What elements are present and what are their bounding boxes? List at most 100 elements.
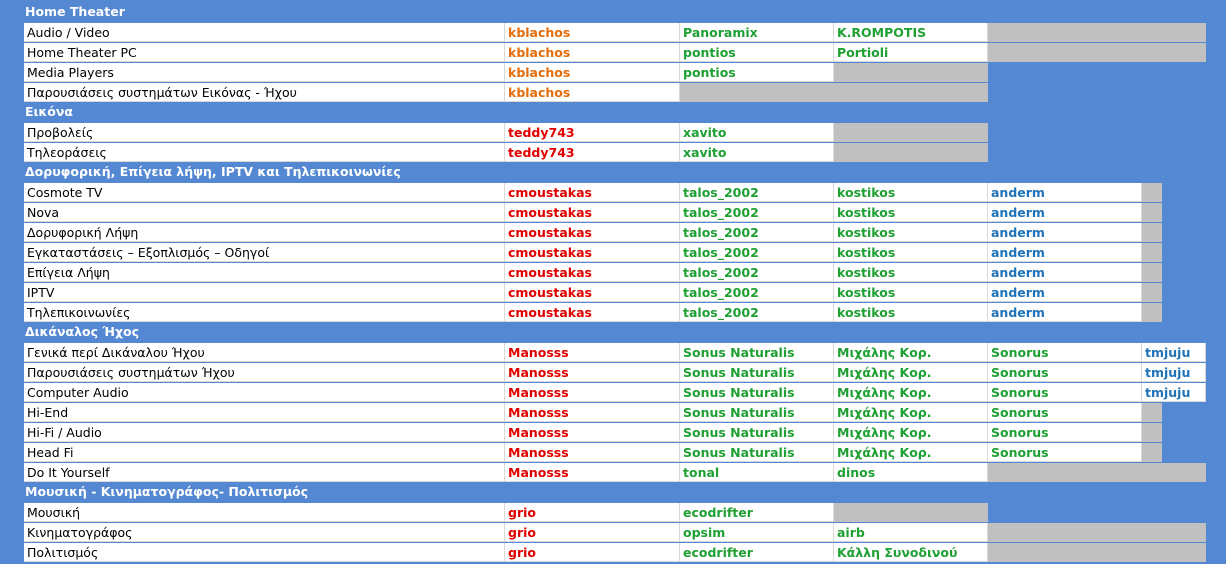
moderator-cell: kostikos [834, 303, 988, 322]
forum-row: Home Theater PC kblachos pontios Portioli [0, 42, 1226, 62]
forum-name-cell: Παρουσιάσεις συστημάτων Εικόνας - Ήχου [24, 83, 505, 102]
moderator-cell: anderm [988, 243, 1142, 262]
empty-cell [1142, 403, 1162, 422]
forum-row: Τηλεπικοινωνίες cmoustakas talos_2002 kosti… [0, 302, 1226, 322]
moderator-cell: talos_2002 [680, 243, 834, 262]
forum-row: Do It Yourself Manosss tonal dinos [0, 462, 1226, 482]
moderator-cell: Panoramix [680, 23, 834, 42]
empty-cell [1142, 203, 1162, 222]
forum-name-cell: Audio / Video [24, 23, 505, 42]
moderator-cell: talos_2002 [680, 223, 834, 242]
moderator-cell: tonal [680, 463, 834, 482]
forum-name-cell: Πολιτισμός [24, 543, 505, 562]
moderator-cell: grio [505, 543, 680, 562]
section-title: Δορυφορική, Επίγεια λήψη, IPTV και Τηλεπ… [25, 164, 401, 179]
moderator-cell: dinos [834, 463, 988, 482]
empty-cell [834, 63, 988, 82]
empty-cell [834, 143, 988, 162]
moderator-cell: cmoustakas [505, 303, 680, 322]
section-header: Δικάναλος Ήχος [0, 322, 1226, 342]
moderator-cell: Manosss [505, 343, 680, 362]
moderator-cell: cmoustakas [505, 203, 680, 222]
moderator-cell: anderm [988, 283, 1142, 302]
empty-cell [1142, 303, 1162, 322]
moderator-cell: Sonus Naturalis [680, 363, 834, 382]
moderator-cell: Manosss [505, 403, 680, 422]
moderator-cell: Manosss [505, 383, 680, 402]
moderator-cell: xavito [680, 123, 834, 142]
forum-row: Παρουσιάσεις συστημάτων Εικόνας - Ήχου kb… [0, 82, 1226, 102]
moderator-cell: talos_2002 [680, 183, 834, 202]
forum-row: Nova cmoustakas talos_2002 kostikos anderm [0, 202, 1226, 222]
empty-cell [988, 543, 1206, 562]
empty-cell [1142, 443, 1162, 462]
forum-name-cell: Head Fi [24, 443, 505, 462]
moderator-cell: ecodrifter [680, 543, 834, 562]
moderator-cell: kblachos [505, 83, 680, 102]
moderator-cell: kblachos [505, 63, 680, 82]
moderator-cell: ecodrifter [680, 503, 834, 522]
forum-name-cell: Τηλεπικοινωνίες [24, 303, 505, 322]
moderator-cell: Μιχάλης Κορ. [834, 343, 988, 362]
moderator-cell: Sonorus [988, 403, 1142, 422]
moderator-cell: kostikos [834, 183, 988, 202]
forum-name-cell: Τηλεοράσεις [24, 143, 505, 162]
moderator-cell: talos_2002 [680, 263, 834, 282]
forum-row: IPTV cmoustakas talos_2002 kostikos anderm [0, 282, 1226, 302]
empty-cell [988, 43, 1206, 62]
forum-name-cell: Do It Yourself [24, 463, 505, 482]
forum-name-cell: Media Players [24, 63, 505, 82]
empty-cell [1142, 263, 1162, 282]
moderator-cell: kblachos [505, 43, 680, 62]
empty-cell [1142, 283, 1162, 302]
moderator-cell: cmoustakas [505, 223, 680, 242]
moderator-cell: kostikos [834, 283, 988, 302]
moderator-cell: Μιχάλης Κορ. [834, 423, 988, 442]
moderator-cell: cmoustakas [505, 263, 680, 282]
empty-cell [988, 463, 1206, 482]
forum-name-cell: Δορυφορική Λήψη [24, 223, 505, 242]
moderator-cell: tmjuju [1142, 383, 1206, 402]
moderator-cell: Manosss [505, 423, 680, 442]
section-title: Δικάναλος Ήχος [25, 324, 140, 339]
moderator-cell: pontios [680, 63, 834, 82]
forum-row: Τηλεοράσεις teddy743 xavito [0, 142, 1226, 162]
forum-name-cell: Κινηματογράφος [24, 523, 505, 542]
moderator-cell: kostikos [834, 263, 988, 282]
forum-row: Media Players kblachos pontios [0, 62, 1226, 82]
moderator-cell: Sonorus [988, 443, 1142, 462]
forum-name-cell: Παρουσιάσεις συστημάτων Ήχου [24, 363, 505, 382]
moderator-cell: Μιχάλης Κορ. [834, 403, 988, 422]
forum-row: Δορυφορική Λήψη cmoustakas talos_2002 kosti… [0, 222, 1226, 242]
moderator-cell: kostikos [834, 223, 988, 242]
empty-cell [988, 523, 1206, 542]
forum-row: Κινηματογράφος grio opsim airb [0, 522, 1226, 542]
forum-name-cell: Προβολείς [24, 123, 505, 142]
forum-name-cell: IPTV [24, 283, 505, 302]
empty-cell [834, 503, 988, 522]
forum-row: Head Fi Manosss Sonus Naturalis Μιχάλης Κορ… [0, 442, 1226, 462]
forum-name-cell: Γενικά περί Δικάναλου Ήχου [24, 343, 505, 362]
moderator-cell: Κάλλη Συνοδινού [834, 543, 988, 562]
moderator-cell: talos_2002 [680, 283, 834, 302]
empty-cell [680, 83, 988, 102]
empty-cell [1142, 423, 1162, 442]
moderator-cell: kostikos [834, 243, 988, 262]
forum-row: Hi-Fi / Audio Manosss Sonus Naturalis Μιχάλ… [0, 422, 1226, 442]
moderator-cell: Μιχάλης Κορ. [834, 443, 988, 462]
moderator-cell: Manosss [505, 363, 680, 382]
forum-row: Γενικά περί Δικάναλου Ήχου Manosss Sonus N… [0, 342, 1226, 362]
empty-cell [1142, 183, 1162, 202]
moderator-cell: opsim [680, 523, 834, 542]
moderator-cell: tmjuju [1142, 363, 1206, 382]
forum-name-cell: Εγκαταστάσεις – Εξοπλισμός – Οδηγοί [24, 243, 505, 262]
forum-row: Cosmote TV cmoustakas talos_2002 kostikos an… [0, 182, 1226, 202]
section-title: Μουσική - Κινηματογράφος- Πολιτισμός [25, 484, 309, 499]
forum-row: Επίγεια Λήψη cmoustakas talos_2002 kostikos… [0, 262, 1226, 282]
section-header: Μουσική - Κινηματογράφος- Πολιτισμός [0, 482, 1226, 502]
moderator-cell: Sonus Naturalis [680, 383, 834, 402]
moderator-cell: Μιχάλης Κορ. [834, 383, 988, 402]
moderator-cell: teddy743 [505, 143, 680, 162]
moderator-cell: anderm [988, 183, 1142, 202]
forum-name-cell: Μουσική [24, 503, 505, 522]
